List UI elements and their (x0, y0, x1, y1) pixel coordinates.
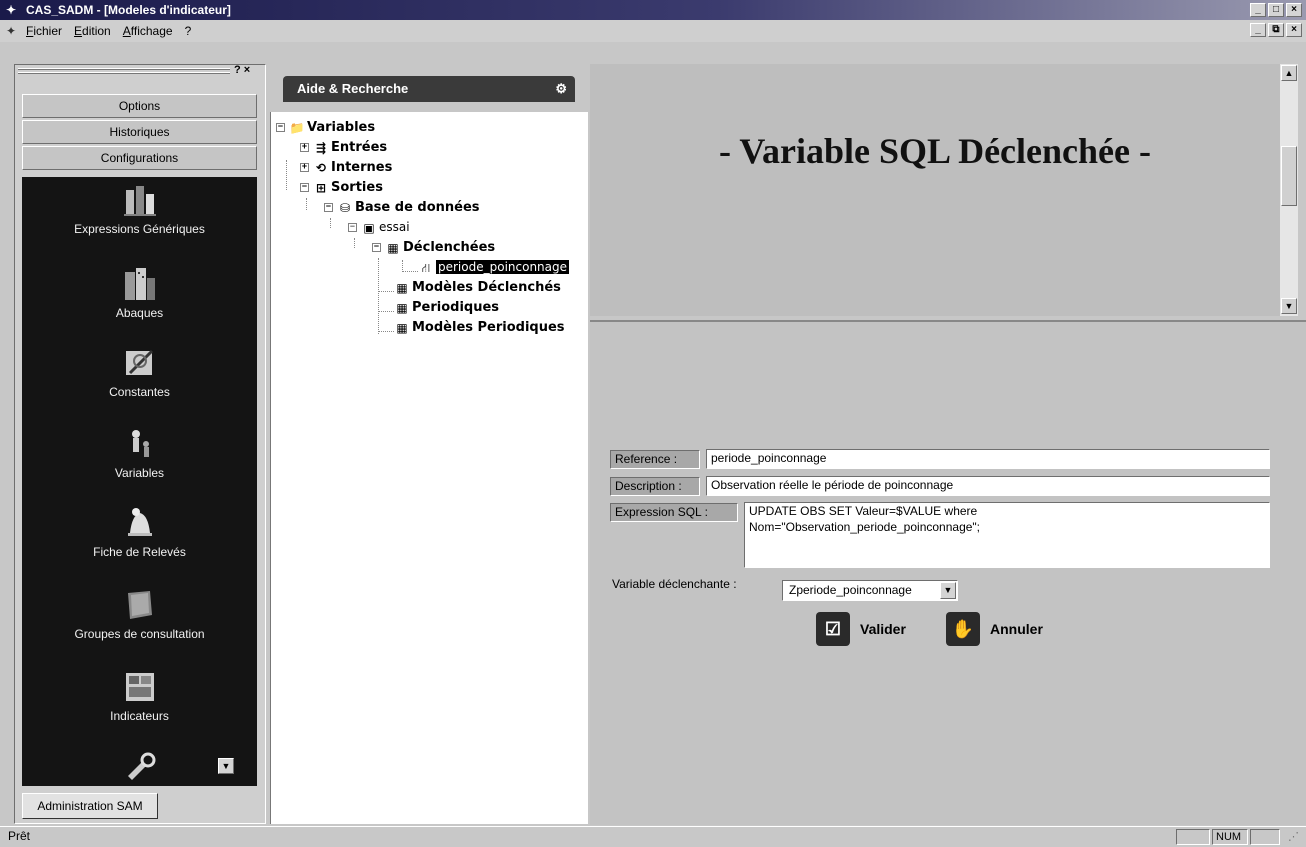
mdi-close-button[interactable]: × (1286, 23, 1302, 37)
pencil-paper-icon (122, 345, 158, 381)
expression-line-1: UPDATE OBS SET Valeur=$VALUE where (749, 504, 978, 518)
tree-node-periodiques[interactable]: ▦ Periodiques (394, 300, 499, 315)
input-icon: ⇶ (315, 140, 327, 155)
trigger-folder-icon: ▦ (387, 240, 399, 255)
collapse-toggle[interactable]: − (276, 123, 285, 132)
minimize-button[interactable]: _ (1250, 3, 1266, 17)
expression-label: Expression SQL : (610, 503, 738, 522)
group-configurations-button[interactable]: Configurations (22, 146, 257, 170)
window-title: CAS_SADM - [Modeles d'indicateur] (26, 3, 231, 17)
bell-icon (122, 505, 158, 541)
status-bar: Prêt (0, 826, 1306, 847)
menu-edition[interactable]: Edition (74, 24, 111, 38)
dock-controls[interactable]: ? × (234, 64, 250, 76)
close-button[interactable]: × (1286, 3, 1302, 17)
tree-panel (270, 112, 588, 824)
expression-line-2: Nom="Observation_periode_poinconnage"; (749, 520, 981, 534)
tree-node-base-de-donnees[interactable]: − ⛁ Base de données (324, 200, 480, 215)
document-icon[interactable]: ✦ (6, 24, 22, 38)
outlook-item-indicateurs[interactable]: Indicateurs (22, 669, 257, 723)
menu-affichage[interactable]: Affichage (123, 24, 173, 38)
tree-node-modeles-periodiques[interactable]: ▦ Modèles Periodiques (394, 320, 564, 335)
variable-icon: ⛙ (421, 260, 431, 275)
reference-field[interactable]: periode_poinconnage (706, 449, 1270, 469)
checklist-icon: ☑ (816, 612, 850, 646)
tree-node-essai[interactable]: − ▣ essai (348, 220, 410, 235)
status-cell-scroll (1250, 829, 1280, 845)
group-historiques-button[interactable]: Historiques (22, 120, 257, 144)
status-text: Prêt (8, 829, 31, 843)
description-label: Description : (610, 477, 700, 496)
status-num: NUM (1212, 829, 1248, 845)
menu-help[interactable]: ? (185, 24, 192, 38)
outlook-item-groupes[interactable]: Groupes de consultation (22, 587, 257, 641)
annuler-button[interactable]: ✋ Annuler (946, 611, 1043, 647)
stop-hand-icon: ✋ (946, 612, 980, 646)
reference-label: Reference : (610, 450, 700, 469)
help-scrollbar[interactable]: ▲ ▼ (1280, 64, 1298, 316)
menu-bar: ✦ Fichier Edition Affichage ? _ ⧉ × (0, 20, 1306, 42)
form-panel (590, 320, 1306, 825)
scroll-thumb[interactable] (1281, 146, 1297, 206)
collapse-toggle[interactable]: − (348, 223, 357, 232)
outlook-item-fiche-releves[interactable]: Fiche de Relevés (22, 505, 257, 559)
trigger-label: Variable déclenchante : (612, 577, 737, 591)
trigger-folder-icon: ▦ (396, 280, 408, 295)
description-field[interactable]: Observation réelle le période de poincon… (706, 476, 1270, 496)
periodic-folder-icon: ▦ (396, 300, 408, 315)
outlook-scroll-down-button[interactable]: ▼ (218, 758, 234, 774)
dock-grip[interactable] (18, 68, 230, 78)
outlook-item-constantes[interactable]: Constantes (22, 345, 257, 399)
expression-field[interactable]: UPDATE OBS SET Valeur=$VALUE where Nom="… (744, 502, 1270, 568)
help-view (590, 64, 1280, 316)
city-icon (122, 266, 158, 302)
expand-toggle[interactable]: + (300, 143, 309, 152)
scroll-up-button[interactable]: ▲ (1281, 65, 1297, 81)
outlook-item-abaques[interactable]: Abaques (22, 266, 257, 320)
chart-building-icon (122, 182, 158, 218)
tree-header: Aide & Recherche ⚙ (283, 76, 575, 102)
group-options-button[interactable]: Options (22, 94, 257, 118)
collapse-toggle[interactable]: − (324, 203, 333, 212)
internal-icon: ⟲ (315, 160, 327, 175)
valider-button[interactable]: ☑ Valider (816, 611, 906, 647)
folder-icon: 📁 (289, 120, 305, 135)
tree-node-periode-poinconnage[interactable]: ⛙ periode_poinconnage (418, 260, 570, 275)
tree-node-modeles-declenches[interactable]: ▦ Modèles Déclenchés (394, 280, 561, 295)
tree-node-entrees[interactable]: + ⇶ Entrées (300, 140, 387, 155)
figures-icon (122, 426, 158, 462)
gear-icon[interactable]: ⚙ (555, 76, 567, 102)
tree-node-declenchees[interactable]: − ▦ Déclenchées (372, 240, 495, 255)
menu-fichier[interactable]: Fichier (26, 24, 62, 38)
maximize-button[interactable]: □ (1268, 3, 1284, 17)
gauge-board-icon (122, 669, 158, 705)
expand-toggle[interactable]: + (300, 163, 309, 172)
resize-grip-icon[interactable]: ⋰ (1288, 830, 1299, 843)
mdi-restore-button[interactable]: ⧉ (1268, 23, 1284, 37)
title-bar: ✦ CAS_SADM - [Modeles d'indicateur] _ □ … (0, 0, 1306, 20)
mdi-minimize-button[interactable]: _ (1250, 23, 1266, 37)
periodic-folder-icon: ▦ (396, 320, 408, 335)
page-title: - Variable SQL Déclenchée - (719, 131, 1151, 171)
tools-icon (122, 750, 158, 786)
outlook-item-expressions[interactable]: Expressions Génériques (22, 182, 257, 236)
collapse-toggle[interactable]: − (300, 183, 309, 192)
scroll-down-button[interactable]: ▼ (1281, 298, 1297, 314)
tab-administration-sam[interactable]: Administration SAM (22, 793, 158, 819)
outlook-item-variables[interactable]: Variables (22, 426, 257, 480)
book-icon (122, 587, 158, 623)
db-instance-icon: ▣ (363, 220, 375, 235)
app-icon: ✦ (6, 3, 17, 17)
status-cell-caps (1176, 829, 1210, 845)
collapse-toggle[interactable]: − (372, 243, 381, 252)
chevron-down-icon[interactable]: ▼ (940, 582, 956, 599)
database-icon: ⛁ (339, 200, 351, 215)
tree-node-internes[interactable]: + ⟲ Internes (300, 160, 392, 175)
output-icon: ⊞ (315, 180, 327, 195)
trigger-variable-select[interactable]: Zperiode_poinconnage ▼ (782, 580, 958, 601)
tree-node-variables[interactable]: − 📁 Variables (276, 120, 375, 135)
tree-node-sorties[interactable]: − ⊞ Sorties (300, 180, 383, 195)
